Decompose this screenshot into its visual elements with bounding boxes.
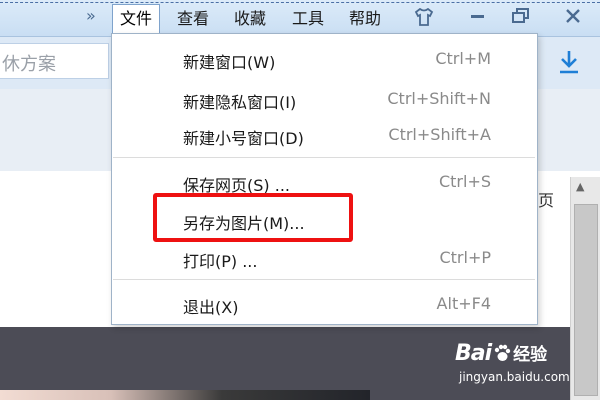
menu-item-label: 打印(P) ...: [183, 252, 258, 271]
menu-item-new-private-window[interactable]: 新建隐私窗口(I) Ctrl+Shift+N: [112, 82, 537, 116]
search-input[interactable]: 休方案: [0, 43, 109, 79]
highlight-box: [153, 193, 353, 242]
download-icon[interactable]: [558, 49, 580, 75]
page-photo: [0, 390, 370, 400]
menu-item-new-small-window[interactable]: 新建小号窗口(D) Ctrl+Shift+A: [112, 118, 537, 152]
page-text-fragment: 页: [538, 191, 555, 210]
window-border: [0, 2, 600, 3]
menu-item-label: 新建隐私窗口(I): [183, 93, 297, 112]
menu-favorites[interactable]: 收藏: [227, 5, 273, 33]
menu-item-label: 新建小号窗口(D): [183, 129, 304, 148]
menu-tools[interactable]: 工具: [285, 5, 331, 33]
menu-separator: [113, 157, 535, 158]
menu-file[interactable]: 文件: [112, 4, 161, 33]
menu-item-new-window[interactable]: 新建窗口(W) Ctrl+M: [112, 42, 537, 76]
menu-item-label: 新建窗口(W): [183, 53, 276, 72]
more-chevron-icon[interactable]: »: [86, 6, 96, 25]
menu-item-shortcut: Ctrl+S: [438, 172, 491, 191]
scrollbar-thumb[interactable]: [574, 204, 598, 396]
search-placeholder: 休方案: [2, 54, 56, 75]
watermark-url: jingyan.baidu.com: [459, 370, 570, 384]
menu-view[interactable]: 查看: [170, 5, 216, 33]
menu-help[interactable]: 帮助: [342, 5, 388, 33]
file-dropdown-menu: 新建窗口(W) Ctrl+M 新建隐私窗口(I) Ctrl+Shift+N 新建…: [111, 33, 538, 325]
watermark-jingyan: 经验: [513, 345, 548, 365]
close-icon[interactable]: [566, 9, 580, 23]
menu-item-print[interactable]: 打印(P) ... Ctrl+P: [112, 241, 537, 275]
watermark-logo: Bai: [455, 341, 492, 366]
restore-icon[interactable]: [512, 8, 530, 24]
menu-item-shortcut: Ctrl+M: [435, 49, 491, 68]
menu-separator: [113, 279, 535, 280]
baidu-paw-icon: [494, 344, 511, 361]
menu-item-shortcut: Ctrl+Shift+N: [387, 89, 491, 108]
menu-item-shortcut: Ctrl+Shift+A: [388, 125, 491, 144]
baidu-jingyan-watermark: Bai 经验 jingyan.baidu.com: [455, 340, 570, 384]
shirt-icon[interactable]: [414, 8, 434, 26]
menu-item-label: 退出(X): [183, 298, 239, 317]
menu-item-shortcut: Ctrl+P: [439, 248, 491, 267]
menu-item-shortcut: Alt+F4: [436, 294, 491, 313]
menu-item-exit[interactable]: 退出(X) Alt+F4: [112, 287, 537, 321]
minimize-icon[interactable]: [470, 14, 486, 20]
scroll-up-arrow-icon[interactable]: ▲: [576, 180, 584, 193]
